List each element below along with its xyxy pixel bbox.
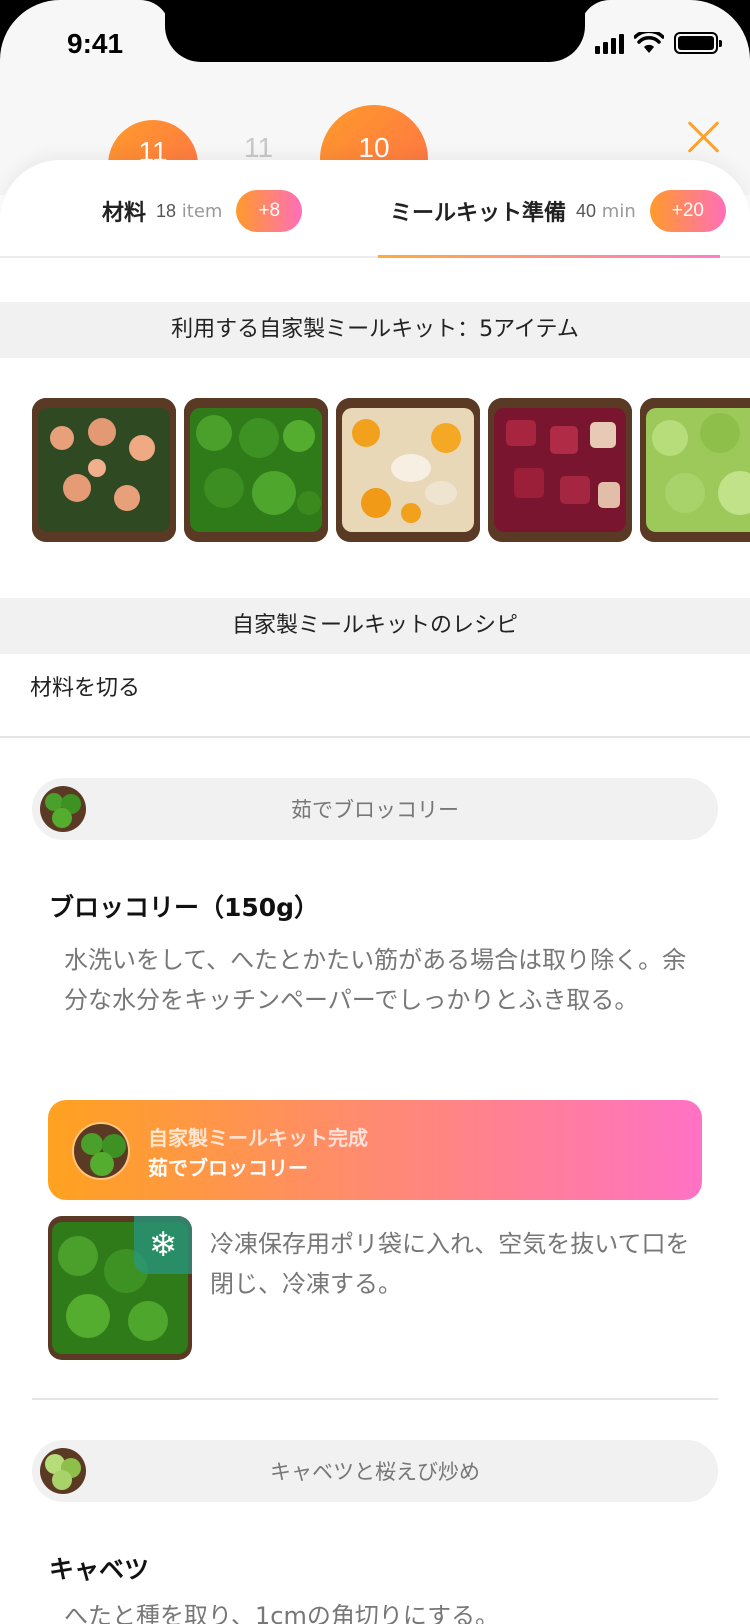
tab-badge: +20 [649,190,726,232]
banner-title: 自家製ミールキット完成 [148,1126,368,1150]
tab-bar: 材料 18 item +8 ミールキット準備 40 min +20 [0,160,750,258]
notch [165,0,585,62]
mealkit-complete-banner[interactable]: 自家製ミールキット完成 茹でブロッコリー [48,1100,702,1200]
kit-thumb-broccoli[interactable] [184,398,328,542]
tab-badge: +8 [236,190,303,232]
status-bar: 9:41 [0,0,750,100]
ingredient-title: キャベツ [49,1555,150,1584]
freeze-step-text: 冷凍保存用ポリ袋に入れ、空気を抜いて口を閉じ、冷凍する。 [210,1230,690,1298]
close-icon[interactable] [686,120,720,154]
kit-thumbnail-list [32,398,750,542]
recipe-pill-label: 茹でブロッコリー [291,798,459,822]
step-subtitle: 材料を切る [30,676,141,701]
kit-thumb-orange-fish[interactable] [336,398,480,542]
tab-label: 材料 [102,201,147,226]
wifi-icon [634,32,664,53]
recipe-pill-broccoli[interactable]: 茹でブロッコリー [32,778,718,840]
ingredient-description: へたと種を取り、1cmの角切りにする。 [64,1602,500,1624]
battery-icon [674,32,722,54]
cellular-signal-icon [595,32,624,54]
tab-meta: 40 min [576,200,636,222]
content-sheet: 材料 18 item +8 ミールキット準備 40 min +20 利用する自家… [0,160,750,1624]
banner-subtitle: 茹でブロッコリー [148,1156,308,1180]
kit-thumb-tuna[interactable] [488,398,632,542]
kit-thumb-cabbage[interactable] [640,398,750,542]
snowflake-icon: ❄ [134,1216,192,1274]
ingredient-description: 水洗いをして、へたとかたい筋がある場合は取り除く。余分な水分をキッチンペーパーで… [64,946,687,1014]
recipe-pill-label: キャベツと桜えび炒め [270,1460,480,1484]
active-tab-indicator [378,255,720,258]
banner-avatar [72,1122,130,1180]
divider [32,1398,718,1400]
ingredient-title: ブロッコリー（150g） [49,893,320,922]
kits-section-header: 利用する自家製ミールキット：5アイテム [0,302,750,358]
tab-mealkit-prep[interactable]: ミールキット準備 40 min +20 [390,190,726,232]
recipe-pill-cabbage[interactable]: キャベツと桜えび炒め [32,1440,718,1502]
freeze-step-image: ❄ [48,1216,192,1360]
tab-meta: 18 item [156,200,223,222]
status-time: 9:41 [67,28,124,59]
tab-ingredients[interactable]: 材料 18 item +8 [102,190,303,232]
recipe-section-header: 自家製ミールキットのレシピ [0,598,750,654]
divider [0,736,750,738]
kit-thumb-salmon-spinach[interactable] [32,398,176,542]
tab-label: ミールキット準備 [390,201,567,226]
system-icons [595,32,722,54]
